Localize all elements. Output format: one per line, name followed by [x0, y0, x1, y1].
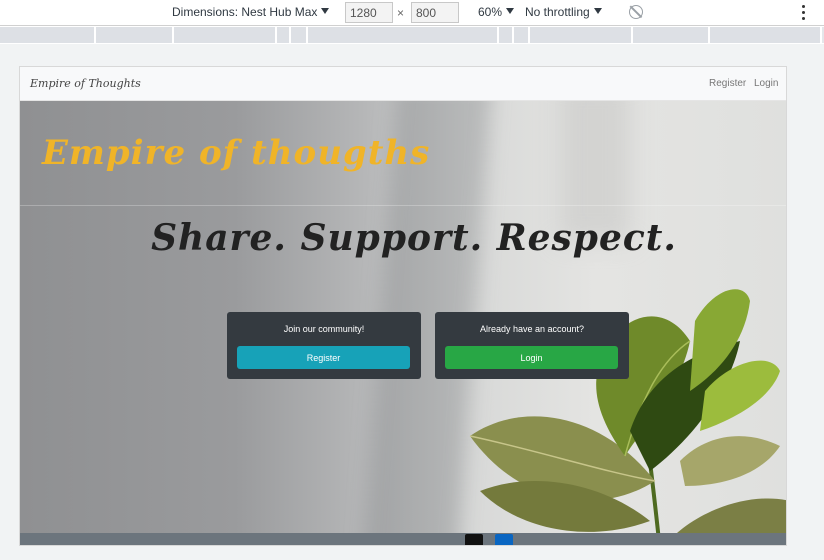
join-community-card: Join our community! Register [227, 312, 421, 379]
hero-divider [20, 205, 786, 206]
zoom-dropdown[interactable]: 60% [478, 5, 515, 19]
media-query-ruler [0, 27, 824, 43]
media-query-bar[interactable] [96, 27, 174, 43]
join-community-text: Join our community! [283, 324, 365, 334]
media-query-bar[interactable] [291, 27, 308, 43]
media-query-bar[interactable] [499, 27, 514, 43]
linkedin-icon[interactable] [495, 534, 513, 545]
hero-tagline: Share. Support. Respect. [151, 217, 677, 259]
times-separator: × [397, 6, 405, 20]
kebab-menu-icon[interactable] [802, 5, 806, 21]
media-query-bar[interactable] [710, 27, 822, 43]
chevron-down-icon [593, 8, 602, 14]
media-query-bar[interactable] [0, 27, 96, 43]
nav-register-link[interactable]: Register [709, 78, 746, 89]
media-query-bar[interactable] [530, 27, 633, 43]
device-dimensions-dropdown[interactable]: Dimensions: Nest Hub Max [172, 5, 330, 19]
register-button[interactable]: Register [237, 346, 410, 369]
github-icon[interactable] [465, 534, 483, 545]
device-dimensions-label: Dimensions: Nest Hub Max [172, 5, 318, 19]
footer [20, 533, 786, 545]
media-query-bar[interactable] [633, 27, 710, 43]
media-query-bar[interactable] [174, 27, 277, 43]
login-button[interactable]: Login [445, 346, 618, 369]
throttling-dropdown[interactable]: No throttling [525, 5, 602, 19]
hero-section: Empire of thougths Share. Support. Respe… [20, 101, 786, 545]
media-query-bar[interactable] [514, 27, 530, 43]
throttling-label: No throttling [525, 5, 590, 19]
have-account-text: Already have an account? [479, 324, 585, 334]
height-input[interactable]: 800 [411, 2, 459, 23]
chevron-down-icon [506, 8, 515, 14]
zoom-label: 60% [478, 5, 503, 19]
navbar-brand[interactable]: Empire of Thoughts [30, 77, 141, 90]
width-input[interactable]: 1280 [345, 2, 393, 23]
media-query-bar[interactable] [277, 27, 291, 43]
hero-title: Empire of thougths [42, 133, 431, 173]
navbar: Empire of Thoughts Register Login [20, 67, 786, 101]
rotate-icon[interactable] [629, 5, 643, 19]
device-frame: Empire of Thoughts Register Login Empire… [19, 66, 787, 546]
devtools-device-toolbar: Dimensions: Nest Hub Max 1280 × 800 60% … [0, 0, 824, 26]
emulated-viewport: Empire of Thoughts Register Login Empire… [0, 44, 824, 560]
nav-login-link[interactable]: Login [754, 78, 778, 89]
media-query-bar[interactable] [308, 27, 499, 43]
chevron-down-icon [321, 8, 330, 14]
have-account-card: Already have an account? Login [435, 312, 629, 379]
